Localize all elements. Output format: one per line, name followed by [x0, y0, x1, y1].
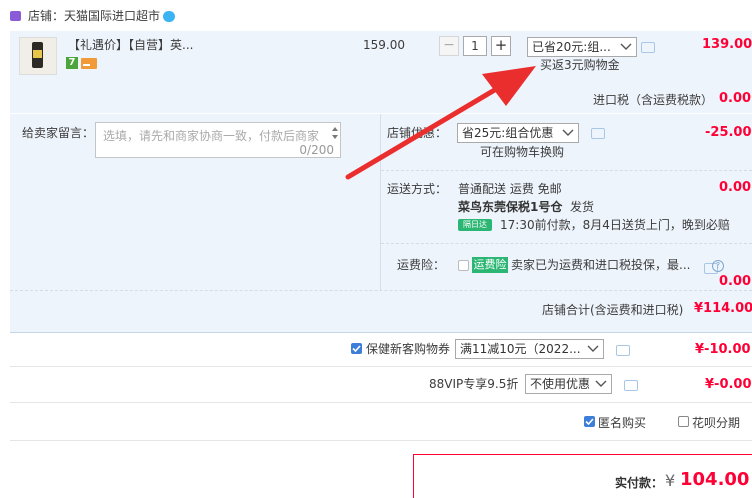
shop-discount-value: -25.00 [705, 125, 752, 140]
quantity-stepper: − 1 + [439, 36, 511, 56]
delivery-promise: 17:30前付款，8月4日送货上门，晚到必赔 [500, 218, 730, 232]
insurance-badge: 运费险 [472, 257, 508, 273]
vip-select-value: 不使用优惠 [530, 377, 591, 391]
increase-button[interactable]: + [491, 36, 511, 56]
insurance-label: 运费险： [397, 258, 446, 272]
coupon-checkbox[interactable] [351, 343, 362, 354]
huabei-label: 花呗分期 [692, 416, 741, 430]
insurance-text: 卖家已为运费和进口税投保，最... [511, 258, 691, 272]
vip-value: ¥-0.00 [705, 377, 752, 392]
message-icon[interactable] [641, 42, 655, 53]
message-label: 给卖家留言： [22, 126, 95, 140]
coupon-select[interactable]: 满11减10元（2022... [455, 339, 604, 359]
chevron-down-icon [595, 380, 607, 387]
promo-select[interactable]: 已省20元:组... [527, 37, 637, 57]
chat-icon[interactable] [163, 11, 175, 22]
item-subtotal: 139.00 [702, 37, 752, 52]
coupon-value: ¥-10.00 [695, 342, 751, 357]
message-count: 0/200 [299, 143, 334, 157]
divider [10, 366, 752, 367]
annotation-arrow-icon [345, 66, 536, 180]
item-title[interactable]: 【礼遇价】【自营】英... [68, 38, 193, 52]
vip-label: 88VIP专享9.5折 [429, 377, 519, 391]
decrease-button[interactable]: − [439, 36, 459, 56]
divider [10, 440, 752, 441]
pay-label: 实付款： [615, 476, 664, 490]
scrollbar-arrows-icon[interactable] [331, 125, 339, 141]
chevron-down-icon [620, 43, 632, 50]
quantity-input[interactable]: 1 [463, 36, 487, 56]
shop-total-label: 店铺合计(含运费和进口税) [542, 303, 684, 317]
coupon-label: 保健新客购物券 [366, 342, 451, 356]
shipping-value: 0.00 [719, 180, 752, 195]
promo-select-value: 已省20元:组... [532, 40, 611, 54]
huabei-checkbox[interactable] [678, 416, 689, 427]
insurance-checkbox[interactable] [458, 260, 469, 271]
chevron-down-icon [562, 129, 574, 136]
product-thumbnail[interactable] [19, 37, 57, 75]
insurance-value: 0.00 [719, 274, 752, 289]
next-day-badge: 隔日达 [458, 219, 492, 231]
coupon-select-value: 满11减10元（2022... [460, 342, 581, 356]
shop-icon [10, 11, 21, 21]
import-tax-value: 0.00 [719, 91, 752, 106]
message-icon[interactable] [591, 128, 605, 139]
anonymous-label: 匿名购买 [598, 416, 647, 430]
import-tax-label: 进口税（含运费税款） [593, 93, 714, 107]
message-placeholder: 选填，请先和商家协商一致，付款后商家 [103, 129, 320, 143]
vip-select[interactable]: 不使用优惠 [525, 374, 612, 394]
chevron-down-icon [587, 345, 599, 352]
checkmark-icon [352, 345, 361, 353]
ship-suffix: 发货 [570, 200, 595, 214]
shop-name[interactable]: 天猫国际进口超市 [64, 9, 160, 23]
divider [10, 402, 752, 403]
warehouse-name: 菜鸟东莞保税1号仓 [458, 200, 563, 214]
pay-value: 104.00 [680, 469, 750, 490]
divider [381, 243, 752, 244]
anonymous-checkbox[interactable] [584, 416, 595, 427]
seven-day-return-icon: 7 [66, 57, 78, 69]
pay-summary-box: 实付款： ¥ 104.00 [413, 454, 752, 498]
unit-price: 159.00 [363, 38, 405, 52]
shop-prefix: 店铺： [28, 9, 65, 23]
message-icon[interactable] [624, 380, 638, 391]
credit-card-icon [81, 58, 97, 69]
help-icon[interactable]: ? [712, 260, 724, 272]
message-icon[interactable] [616, 345, 630, 356]
product-label-icon [33, 50, 42, 58]
message-textarea[interactable]: 选填，请先和商家协商一致，付款后商家 0/200 [95, 122, 341, 158]
seven-day-return-label: 7 [68, 57, 76, 68]
shop-total-value: ¥114.00 [694, 301, 752, 316]
checkmark-icon [585, 418, 594, 426]
promo-note: 买返3元购物金 [540, 58, 620, 72]
pay-currency: ¥ [665, 471, 676, 490]
divider [10, 290, 752, 291]
